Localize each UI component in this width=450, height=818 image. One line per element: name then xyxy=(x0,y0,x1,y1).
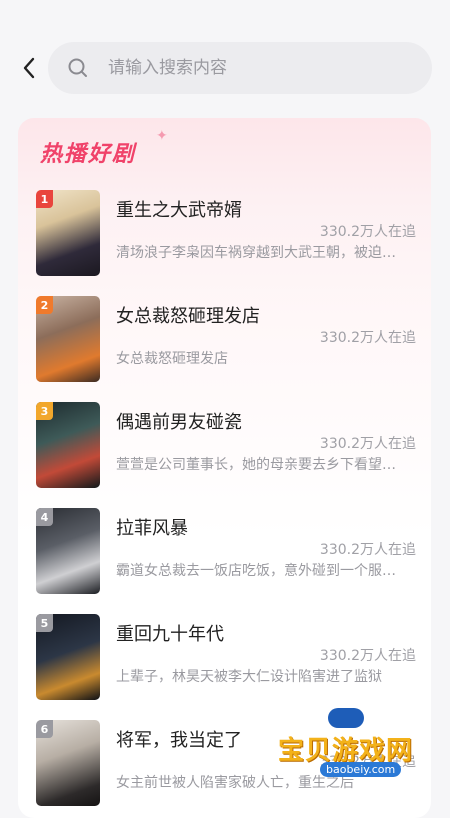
drama-item[interactable]: 2 女总裁怒砸理发店 330.2万人在追 女总裁怒砸理发店 xyxy=(36,296,416,382)
rank-badge: 5 xyxy=(36,614,53,632)
drama-cover-image[interactable]: 3 xyxy=(36,402,100,488)
drama-title[interactable]: 重生之大武帝婿 xyxy=(116,196,242,222)
drama-title[interactable]: 偶遇前男友碰瓷 xyxy=(116,408,242,434)
sparkle-icon: ✦ xyxy=(156,128,168,144)
followers-count: 330.2万人在追 xyxy=(319,224,416,240)
drama-title[interactable]: 重回九十年代 xyxy=(116,620,224,646)
rank-badge: 6 xyxy=(36,720,53,738)
back-button[interactable] xyxy=(14,52,44,84)
watermark-url: baobeiy.com xyxy=(320,762,402,777)
drama-item[interactable]: 1 重生之大武帝婿 330.2万人在追清场浪子李枭因车祸穿越到大武王朝，被迫入赘陈家 xyxy=(36,190,416,276)
top-bar xyxy=(0,0,450,110)
followers-count: 330.2万人在追 xyxy=(319,330,416,346)
section-title: 热播好剧 xyxy=(40,142,137,167)
rank-badge: 4 xyxy=(36,508,53,526)
drama-cover-image[interactable]: 2 xyxy=(36,296,100,382)
drama-description: 女总裁怒砸理发店 xyxy=(116,351,228,367)
drama-cover-image[interactable]: 5 xyxy=(36,614,100,700)
drama-cover-image[interactable]: 1 xyxy=(36,190,100,276)
chevron-left-icon xyxy=(23,57,35,79)
drama-item[interactable]: 4 拉菲风暴 330.2万人在追霸道女总裁去一饭店吃饭，意外碰到一个服务员 xyxy=(36,508,416,594)
rank-badge: 3 xyxy=(36,402,53,420)
followers-count: 330.2万人在追 xyxy=(319,542,416,558)
drama-description: 清场浪子李枭因车祸穿越到大武王朝，被迫入赘陈家 xyxy=(116,245,408,261)
search-box[interactable] xyxy=(48,42,432,94)
drama-description: 霸道女总裁去一饭店吃饭，意外碰到一个服务员 xyxy=(116,563,408,579)
rank-badge: 2 xyxy=(36,296,53,314)
followers-count: 330.2万人在追 xyxy=(319,648,416,664)
drama-cover-image[interactable]: 6 xyxy=(36,720,100,806)
drama-title[interactable]: 拉菲风暴 xyxy=(116,514,188,540)
search-input[interactable] xyxy=(106,57,410,79)
drama-title[interactable]: 将军，我当定了 xyxy=(116,726,242,752)
drama-description: 萱萱是公司董事长，她的母亲要去乡下看望外婆 xyxy=(116,457,408,473)
drama-description: 上辈子，林昊天被李大仁设计陷害进了监狱 xyxy=(116,669,382,685)
drama-item[interactable]: 5 重回九十年代 330.2万人在追上辈子，林昊天被李大仁设计陷害进了监狱 xyxy=(36,614,416,700)
drama-item[interactable]: 3 偶遇前男友碰瓷 330.2万人在追萱萱是公司董事长，她的母亲要去乡下看望外婆 xyxy=(36,402,416,488)
drama-title[interactable]: 女总裁怒砸理发店 xyxy=(116,302,260,328)
followers-count: 330.2万人在追 xyxy=(319,436,416,452)
rank-badge: 1 xyxy=(36,190,53,208)
watermark-logo: 宝贝游戏网 baobeiy.com xyxy=(270,700,430,790)
gamepad-icon xyxy=(328,708,364,728)
search-icon xyxy=(66,56,90,80)
drama-cover-image[interactable]: 4 xyxy=(36,508,100,594)
